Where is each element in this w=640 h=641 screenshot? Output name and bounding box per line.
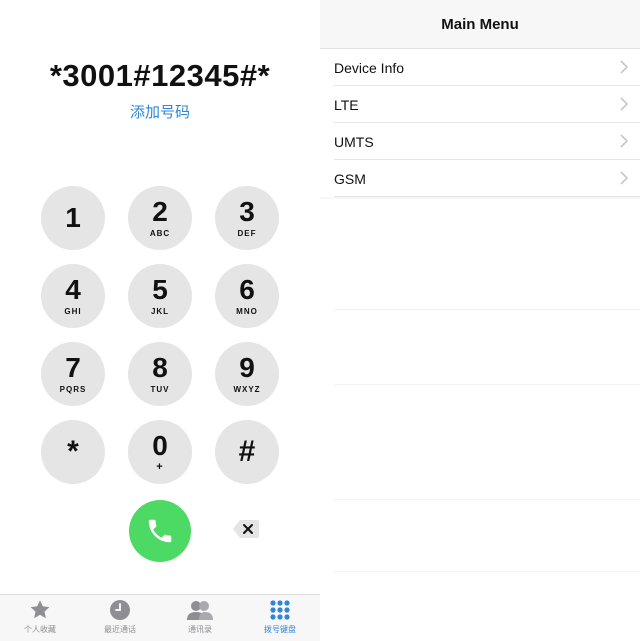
keypad-icon [270,600,290,620]
backspace-icon [233,520,259,538]
key-letters: PQRS [59,385,87,394]
key-letters: JKL [150,307,170,316]
key-digit: 3 [239,196,255,227]
key-9[interactable]: 9 WXYZ [215,342,279,406]
key-letters: DEF [237,229,257,238]
menu-list: Device Info LTE UMTS GSM [320,49,640,197]
add-number-link[interactable]: 添加号码 [0,101,320,122]
key-letters: + [156,460,164,473]
key-letters: GHI [64,307,82,316]
tab-label: 最近通话 [104,625,136,634]
main-menu-panel: Main Menu Device Info LTE UMTS GSM [320,0,640,640]
delete-button[interactable] [232,518,260,540]
contacts-icon [187,601,213,620]
page-title: Main Menu [441,15,519,33]
tab-favorites[interactable]: 个人收藏 [5,599,75,635]
key-6[interactable]: 6 MNO [215,264,279,328]
phone-icon [148,519,172,543]
chevron-right-icon [620,134,628,148]
key-digit: 7 [65,352,81,383]
divider [334,196,640,197]
key-digit: 9 [239,352,255,383]
menu-item-label: UMTS [334,133,374,150]
chevron-right-icon [620,60,628,74]
key-digit: 5 [152,274,168,305]
divider [334,499,640,500]
tab-recents[interactable]: 最近通话 [85,599,155,635]
tab-contacts[interactable]: 通讯录 [165,599,235,635]
tab-label: 拨号键盘 [264,625,296,634]
clock-icon [110,600,130,620]
key-letters: WXYZ [233,385,261,394]
menu-item-lte[interactable]: LTE [320,86,640,123]
key-digit: 2 [152,196,168,227]
key-2[interactable]: 2 ABC [128,186,192,250]
key-digit: 4 [65,274,81,305]
key-4[interactable]: 4 GHI [41,264,105,328]
tab-bar: 个人收藏 最近通话 通讯录 拨号键盘 [0,594,320,641]
key-star[interactable]: * [41,420,105,484]
chevron-right-icon [620,171,628,185]
key-3[interactable]: 3 DEF [215,186,279,250]
menu-item-umts[interactable]: UMTS [320,123,640,160]
menu-item-label: Device Info [334,59,405,76]
menu-item-gsm[interactable]: GSM [320,160,640,197]
dialer-panel: *3001#12345#* 添加号码 1 2 ABC 3 DEF 4 GHI 5… [0,0,320,641]
key-5[interactable]: 5 JKL [128,264,192,328]
key-digit: # [238,435,256,468]
menu-item-device-info[interactable]: Device Info [320,49,640,86]
key-7[interactable]: 7 PQRS [41,342,105,406]
dialed-number: *3001#12345#* [49,58,271,93]
key-8[interactable]: 8 TUV [128,342,192,406]
key-letters: TUV [150,385,170,394]
tab-keypad[interactable]: 拨号键盘 [245,599,315,635]
tab-label: 通讯录 [188,625,212,634]
key-digit: 8 [152,352,168,383]
star-icon [30,600,50,619]
divider [334,571,640,572]
key-hash[interactable]: # [215,420,279,484]
key-digit: 0 [152,429,168,461]
empty-table-area [320,199,640,640]
divider [334,384,640,385]
divider [334,309,640,310]
navigation-bar: Main Menu [320,0,640,49]
key-0[interactable]: 0 + [128,420,192,484]
chevron-right-icon [620,97,628,111]
key-letters: ABC [149,229,171,238]
key-letters: MNO [236,307,258,316]
key-1[interactable]: 1 [41,186,105,250]
key-digit: * [67,435,79,468]
key-digit: 6 [239,274,255,305]
tab-label: 个人收藏 [24,625,56,634]
menu-item-label: GSM [334,170,366,187]
call-button[interactable] [129,500,191,562]
key-digit: 1 [65,202,81,233]
menu-item-label: LTE [334,96,359,113]
